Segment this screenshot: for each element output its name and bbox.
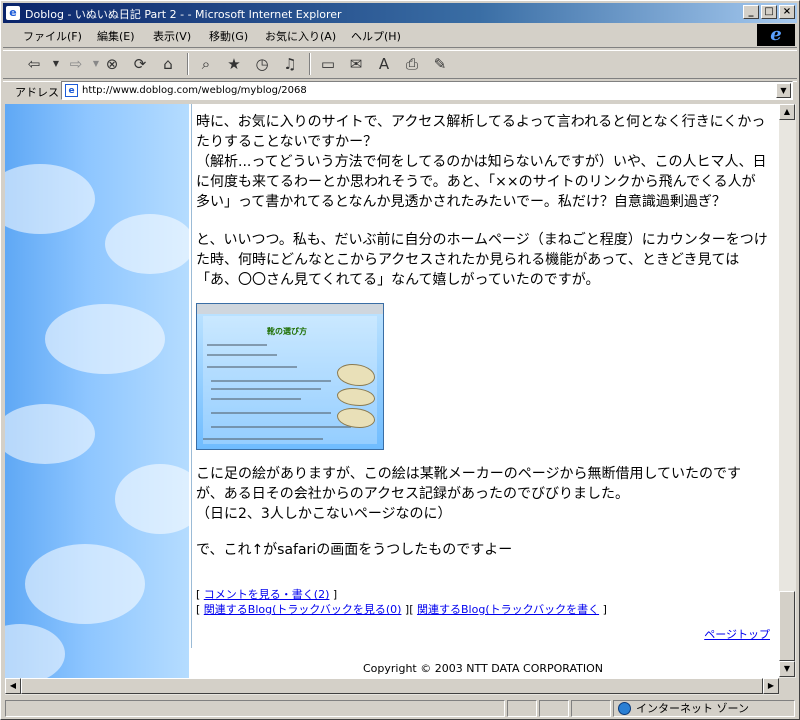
ie-throbber-logo: e — [757, 24, 795, 46]
back-dropdown-icon[interactable]: ▼ — [45, 53, 67, 75]
forward-icon[interactable]: ⇨ — [65, 53, 87, 75]
search-icon[interactable]: ⌕ — [195, 53, 217, 75]
trackback-view-link[interactable]: 関連するBlog(トラックバックを見る(0) — [204, 603, 402, 616]
safari-screenshot-image[interactable]: 靴の選び方 — [196, 303, 384, 450]
edit-icon[interactable]: ✎ — [429, 53, 451, 75]
standard-toolbar: ⇦ ▼ ⇨ ▼ ⊗ ⟳ ⌂ ⌕ ★ ◷ ♫ ▭ ✉ A ⎙ ✎ — [3, 50, 797, 78]
scroll-down-icon[interactable]: ▼ — [779, 661, 795, 677]
stop-icon[interactable]: ⊗ — [101, 53, 123, 75]
menu-edit[interactable]: 編集(E) — [97, 28, 135, 44]
comment-link[interactable]: コメントを見る・書く(2) — [204, 588, 330, 601]
mail-icon[interactable]: ✉ — [345, 53, 367, 75]
blog-entry: 時に、お気に入りのサイトで、アクセス解析してるよって言われると何となく行きにくか… — [191, 104, 778, 648]
status-text-pane — [5, 700, 505, 717]
scroll-right-icon[interactable]: ▶ — [763, 678, 779, 694]
maximize-button[interactable]: □ — [761, 5, 777, 19]
address-label: アドレス — [15, 86, 59, 99]
screenshot-title: 靴の選び方 — [267, 327, 307, 336]
menu-bar: ファイル(F) 編集(E) 表示(V) 移動(G) お気に入り(A) ヘルプ(H… — [3, 24, 797, 46]
zone-label: インターネット ゾーン — [636, 702, 749, 715]
menu-file[interactable]: ファイル(F) — [23, 28, 82, 44]
trackback-links: [ 関連するBlog(トラックバックを見る(0) ][ 関連するBlog(トラッ… — [196, 603, 607, 616]
close-button[interactable]: × — [779, 5, 795, 19]
scroll-left-icon[interactable]: ◀ — [5, 678, 21, 694]
comment-links: [ コメントを見る・書く(2) ] — [196, 588, 338, 601]
page-icon: e — [65, 84, 78, 97]
home-icon[interactable]: ⌂ — [157, 53, 179, 75]
history-icon[interactable]: ◷ — [251, 53, 273, 75]
page-top-link[interactable]: ページトップ — [704, 626, 770, 642]
minimize-button[interactable]: _ — [743, 5, 759, 19]
page-footer: Copyright © 2003 NTT DATA CORPORATION — [191, 648, 779, 678]
security-zone: インターネット ゾーン — [613, 700, 795, 717]
status-bar: インターネット ゾーン — [3, 698, 797, 718]
paragraph-2: と、いいつつ。私も、だいぶ前に自分のホームページ（まねごと程度）にカウンターをつ… — [196, 232, 768, 288]
menu-go[interactable]: 移動(G) — [209, 28, 248, 44]
trackback-write-link[interactable]: 関連するBlog(トラックバックを書く — [417, 603, 599, 616]
paragraph-1: 時に、お気に入りのサイトで、アクセス解析してるよって言われると何となく行きにくか… — [196, 114, 767, 210]
menu-favorites[interactable]: お気に入り(A) — [265, 28, 336, 44]
copyright-text: Copyright © 2003 NTT DATA CORPORATION — [363, 662, 604, 675]
address-url[interactable]: http://www.doblog.com/weblog/myblog/2068 — [82, 85, 307, 96]
favorites-icon[interactable]: ★ — [223, 53, 245, 75]
address-input[interactable]: e http://www.doblog.com/weblog/myblog/20… — [61, 81, 793, 100]
horizontal-scroll-thumb[interactable] — [21, 678, 763, 694]
refresh-icon[interactable]: ⟳ — [129, 53, 151, 75]
address-bar: アドレス e http://www.doblog.com/weblog/mybl… — [3, 80, 797, 102]
address-dropdown-icon[interactable]: ▼ — [776, 83, 791, 98]
vertical-scrollbar[interactable]: ▲ ▼ — [779, 104, 796, 678]
page-viewport: 時に、お気に入りのサイトで、アクセス解析してるよって言われると何となく行きにくか… — [5, 104, 779, 678]
media-icon[interactable]: ♫ — [279, 53, 301, 75]
globe-icon — [618, 702, 631, 715]
browser-window: e Doblog - いぬいぬ日記 Part 2 - - Microsoft I… — [0, 0, 800, 720]
menu-view[interactable]: 表示(V) — [153, 28, 191, 44]
title-bar: e Doblog - いぬいぬ日記 Part 2 - - Microsoft I… — [3, 3, 797, 23]
scroll-up-icon[interactable]: ▲ — [779, 104, 795, 120]
fullscreen-icon[interactable]: ▭ — [317, 53, 339, 75]
back-icon[interactable]: ⇦ — [23, 53, 45, 75]
font-size-icon[interactable]: A — [373, 53, 395, 75]
left-cloud-panel — [5, 104, 205, 678]
menu-help[interactable]: ヘルプ(H) — [351, 28, 401, 44]
paragraph-4: で、これ↑がsafariの画面をうつしたものですよー — [196, 542, 513, 558]
print-icon[interactable]: ⎙ — [401, 53, 423, 75]
paragraph-3: こに足の絵がありますが、この絵は某靴メーカーのページから無断借用していたのです … — [196, 466, 742, 522]
ie-app-icon: e — [6, 6, 20, 20]
horizontal-scrollbar[interactable]: ◀ ▶ — [5, 678, 779, 695]
window-title: Doblog - いぬいぬ日記 Part 2 - - Microsoft Int… — [25, 8, 342, 21]
vertical-scroll-thumb[interactable] — [779, 591, 795, 661]
